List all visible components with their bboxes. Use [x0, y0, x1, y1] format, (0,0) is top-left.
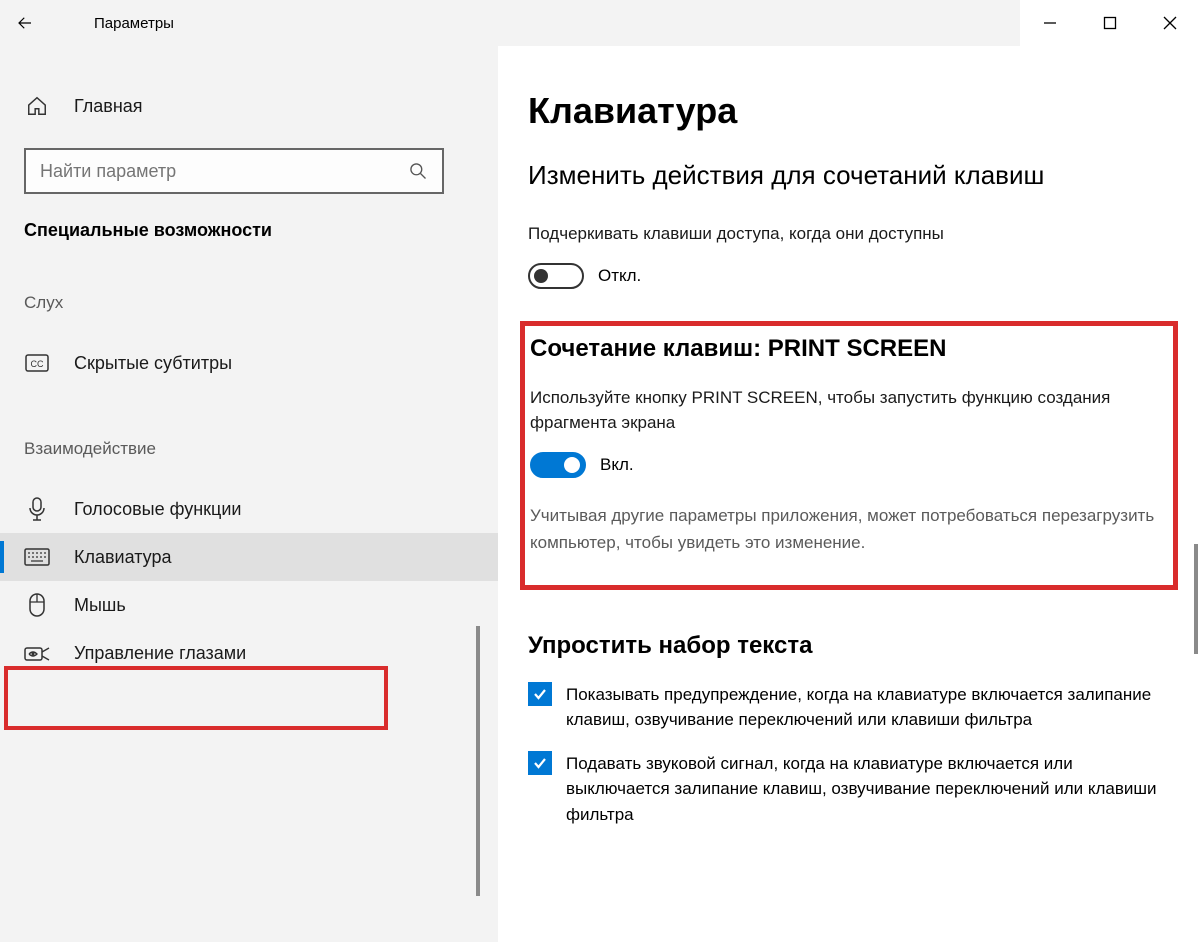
toggle-underline-access-keys[interactable] — [528, 263, 584, 289]
home-icon — [24, 95, 50, 117]
check-icon — [532, 755, 548, 771]
close-button[interactable] — [1140, 0, 1200, 46]
arrow-left-icon — [16, 14, 34, 32]
section-simplify-typing: Упростить набор текста Показывать предуп… — [528, 632, 1170, 828]
close-icon — [1163, 16, 1177, 30]
sidebar-item-label: Мышь — [74, 595, 126, 616]
sidebar-group-hearing: Слух — [0, 293, 498, 313]
sidebar-item-mouse[interactable]: Мышь — [0, 581, 498, 629]
sidebar-scrollbar[interactable] — [476, 626, 480, 896]
sidebar-item-label: Голосовые функции — [74, 499, 241, 520]
section-print-screen: Сочетание клавиш: PRINT SCREEN Используй… — [528, 329, 1170, 582]
setting-note: Учитывая другие параметры приложения, мо… — [530, 502, 1170, 556]
sidebar-group-interaction: Взаимодействие — [0, 439, 498, 459]
section-header: Изменить действия для сочетаний клавиш — [528, 160, 1170, 191]
section-header: Упростить набор текста — [528, 632, 1170, 660]
sidebar-item-speech[interactable]: Голосовые функции — [0, 485, 498, 533]
checkbox-label: Подавать звуковой сигнал, когда на клави… — [566, 751, 1168, 828]
titlebar: Параметры — [0, 0, 1200, 46]
setting-description: Подчеркивать клавиши доступа, когда они … — [528, 221, 1148, 247]
search-icon — [408, 161, 428, 181]
checkbox-label: Показывать предупреждение, когда на клав… — [566, 682, 1168, 733]
sidebar-category: Специальные возможности — [0, 220, 498, 241]
back-button[interactable] — [0, 0, 50, 46]
window-title: Параметры — [94, 15, 174, 32]
sidebar-item-captions[interactable]: CC Скрытые субтитры — [0, 339, 498, 387]
keyboard-icon — [24, 548, 50, 566]
section-header: Сочетание клавиш: PRINT SCREEN — [530, 335, 1170, 363]
setting-description: Используйте кнопку PRINT SCREEN, чтобы з… — [530, 385, 1150, 436]
section-shortcuts: Изменить действия для сочетаний клавиш П… — [528, 160, 1170, 289]
sidebar-item-eye-control[interactable]: Управление глазами — [0, 629, 498, 677]
toggle-knob — [564, 457, 580, 473]
sidebar-item-label: Клавиатура — [74, 547, 172, 568]
checkbox-row: Показывать предупреждение, когда на клав… — [528, 682, 1168, 733]
main-content: Клавиатура Изменить действия для сочетан… — [498, 46, 1200, 942]
toggle-state-label: Откл. — [598, 266, 641, 286]
sidebar-item-label: Скрытые субтитры — [74, 353, 232, 374]
svg-text:CC: CC — [31, 359, 44, 369]
search-input[interactable] — [40, 161, 408, 182]
minimize-icon — [1043, 16, 1057, 30]
captions-icon: CC — [24, 354, 50, 372]
sidebar-item-label: Главная — [74, 96, 143, 117]
eye-control-icon — [24, 643, 50, 663]
sidebar-item-keyboard[interactable]: Клавиатура — [0, 533, 498, 581]
minimize-button[interactable] — [1020, 0, 1080, 46]
toggle-print-screen-snip[interactable] — [530, 452, 586, 478]
mouse-icon — [24, 593, 50, 617]
sidebar-item-home[interactable]: Главная — [0, 82, 498, 130]
checkbox-play-sound[interactable] — [528, 751, 552, 775]
checkbox-row: Подавать звуковой сигнал, когда на клави… — [528, 751, 1168, 828]
page-title: Клавиатура — [528, 90, 1170, 132]
main-scrollbar[interactable] — [1194, 544, 1198, 654]
toggle-knob — [534, 269, 548, 283]
window-controls — [1020, 0, 1200, 46]
sidebar-item-label: Управление глазами — [74, 643, 246, 664]
maximize-button[interactable] — [1080, 0, 1140, 46]
toggle-state-label: Вкл. — [600, 455, 634, 475]
microphone-icon — [24, 497, 50, 521]
checkbox-show-warning[interactable] — [528, 682, 552, 706]
sidebar: Главная Специальные возможности Слух CC … — [0, 46, 498, 942]
maximize-icon — [1103, 16, 1117, 30]
search-box[interactable] — [24, 148, 444, 194]
check-icon — [532, 686, 548, 702]
